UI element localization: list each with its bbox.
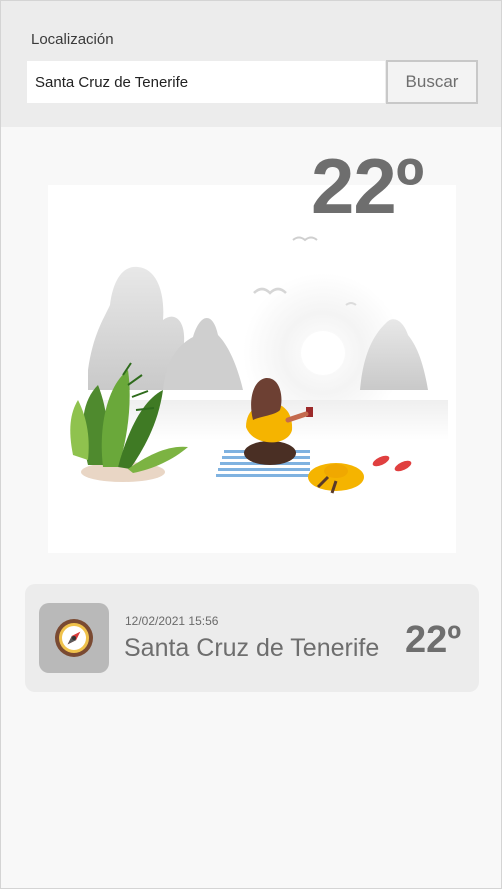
search-button[interactable]: Buscar	[386, 60, 478, 104]
compass-icon	[55, 619, 93, 657]
current-temperature: 22º	[311, 142, 424, 230]
card-icon-tile	[39, 603, 109, 673]
history-temperature: 22º	[405, 619, 462, 661]
app-window: Localización Buscar	[0, 0, 502, 889]
history-timestamp: 12/02/2021 15:56	[125, 614, 219, 628]
history-item[interactable]: 12/02/2021 15:56 Santa Cruz de Tenerife …	[25, 584, 479, 692]
location-input[interactable]	[27, 61, 385, 103]
weather-illustration	[48, 185, 456, 553]
search-header: Localización Buscar	[1, 1, 501, 127]
beach-illustration	[70, 236, 448, 494]
location-label: Localización	[31, 31, 114, 48]
history-city: Santa Cruz de Tenerife	[124, 634, 380, 662]
